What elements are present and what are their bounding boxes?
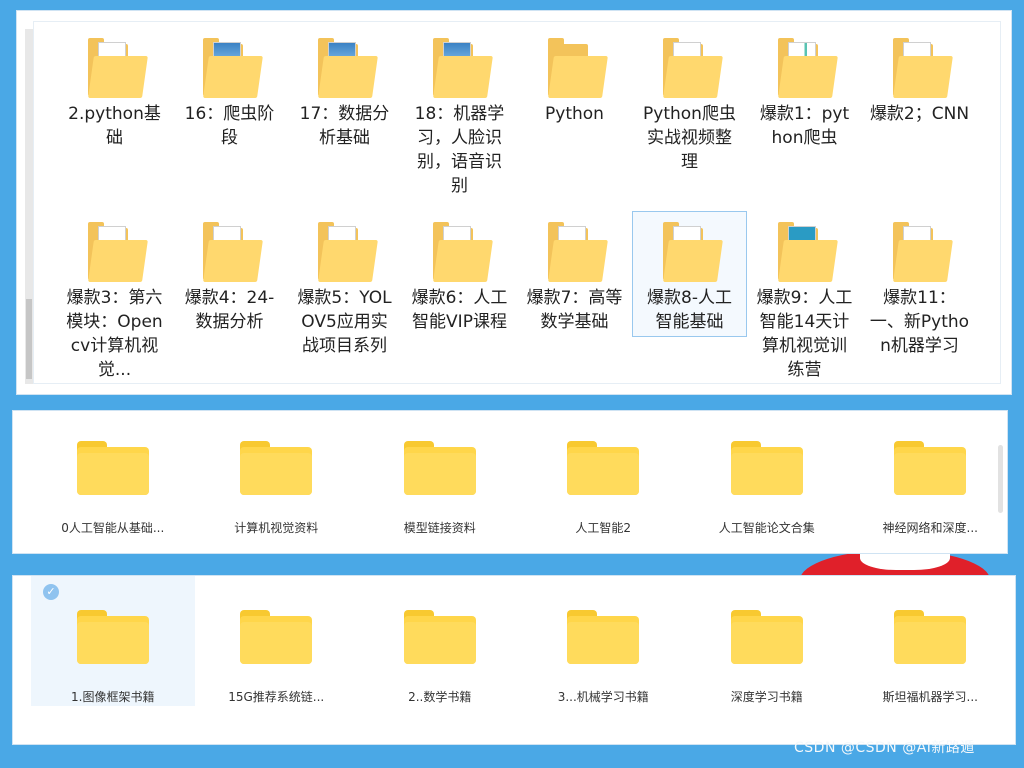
- folder-label: Python爬虫实战视频整理: [643, 104, 736, 172]
- folder-icon: [894, 441, 967, 495]
- explorer-folder-item[interactable]: Python: [517, 27, 632, 205]
- folder-icon: [432, 220, 493, 282]
- cloud-folder-grid-2: ✓ 1.图像框架书籍 15G推荐系统链... 2..数学书籍 3...机械学习书籍 深度学…: [31, 576, 1012, 706]
- explorer-folder-item[interactable]: 爆款9：人工智能14天计算机视觉训练营: [747, 211, 862, 389]
- cloud-folder-item[interactable]: 斯坦福机器学习...: [849, 576, 1013, 706]
- explorer-window: 2.python基础 16：爬虫阶段 17：数据分析基础 18：机器学习，人脸识别，语…: [16, 10, 1012, 395]
- cloud-folder-item[interactable]: 深度学习书籍: [685, 576, 849, 706]
- folder-label: 爆款2；CNN: [869, 104, 970, 124]
- folder-icon: [403, 610, 476, 664]
- cloud-folder-item[interactable]: 人工智能2: [522, 411, 686, 551]
- cloud-drive-panel-1: 0人工智能从基础... 计算机视觉资料 模型链接资料 人工智能2 人工智能论文合集 神经网…: [12, 410, 1008, 554]
- explorer-folder-item[interactable]: 2.python基础: [57, 27, 172, 205]
- folder-icon: [547, 220, 608, 282]
- folder-icon: [777, 220, 838, 282]
- cloud-folder-item[interactable]: 计算机视觉资料: [195, 411, 359, 551]
- folder-label: 2.python基础: [68, 104, 161, 148]
- explorer-folder-item[interactable]: 爆款1：python爬虫: [747, 27, 862, 205]
- folder-icon: [87, 220, 148, 282]
- explorer-folder-item[interactable]: 爆款6：人工智能VIP课程: [402, 211, 517, 389]
- explorer-folder-item[interactable]: 爆款11：一、新Python机器学习: [862, 211, 977, 389]
- cloud-folder-grid-1: 0人工智能从基础... 计算机视觉资料 模型链接资料 人工智能2 人工智能论文合集 神经网…: [31, 411, 1012, 551]
- cloud-folder-item[interactable]: 2..数学书籍: [358, 576, 522, 706]
- folder-icon: [892, 36, 953, 98]
- folder-icon: [730, 610, 803, 664]
- cloud-drive-panel-2: ✓ 1.图像框架书籍 15G推荐系统链... 2..数学书籍 3...机械学习书籍 深度学…: [12, 575, 1016, 745]
- folder-icon: [432, 36, 493, 98]
- folder-icon: [567, 610, 640, 664]
- folder-label: 0人工智能从基础...: [61, 521, 165, 535]
- cloud-folder-item[interactable]: 人工智能论文合集: [685, 411, 849, 551]
- folder-label: 爆款8-人工智能基础: [647, 288, 732, 332]
- folder-label: 爆款6：人工智能VIP课程: [411, 288, 508, 332]
- folder-label: 神经网络和深度...: [882, 521, 978, 535]
- explorer-folder-item[interactable]: 爆款7：高等数学基础: [517, 211, 632, 389]
- explorer-folder-item[interactable]: 16：爬虫阶段: [172, 27, 287, 205]
- folder-icon: [317, 36, 378, 98]
- folder-label: 爆款4：24-数据分析: [184, 288, 275, 332]
- cloud-scrollbar[interactable]: [998, 445, 1003, 513]
- folder-label: 深度学习书籍: [730, 690, 803, 704]
- folder-label: 1.图像框架书籍: [71, 690, 155, 704]
- folder-label: 人工智能2: [575, 521, 632, 535]
- folder-icon: [240, 441, 313, 495]
- folder-label: 2..数学书籍: [408, 690, 472, 704]
- explorer-folder-item[interactable]: 17：数据分析基础: [287, 27, 402, 205]
- folder-icon: [730, 441, 803, 495]
- cloud-folder-item[interactable]: 0人工智能从基础...: [31, 411, 195, 551]
- explorer-scrollbar[interactable]: [25, 29, 33, 384]
- cloud-folder-item[interactable]: 3...机械学习书籍: [522, 576, 686, 706]
- folder-icon: [76, 441, 149, 495]
- folder-icon: [240, 610, 313, 664]
- folder-label: 3...机械学习书籍: [557, 690, 649, 704]
- folder-icon: [317, 220, 378, 282]
- folder-label: 爆款11：一、新Python机器学习: [869, 288, 970, 356]
- folder-icon: [777, 36, 838, 98]
- explorer-folder-item[interactable]: 爆款4：24-数据分析: [172, 211, 287, 389]
- cloud-folder-item[interactable]: 模型链接资料: [358, 411, 522, 551]
- folder-label: 人工智能论文合集: [718, 521, 815, 535]
- folder-icon: [894, 610, 967, 664]
- folder-label: 17：数据分析基础: [299, 104, 390, 148]
- explorer-folder-item[interactable]: 爆款3：第六模块：Opencv计算机视觉...: [57, 211, 172, 389]
- folder-label: 爆款1：python爬虫: [759, 104, 850, 148]
- watermark: CSDN @CSDN @AI新路遁: [794, 740, 975, 756]
- folder-icon: [662, 36, 723, 98]
- explorer-folder-item[interactable]: 爆款8-人工智能基础: [632, 211, 747, 337]
- folder-label: 计算机视觉资料: [234, 521, 319, 535]
- folder-label: 模型链接资料: [403, 521, 476, 535]
- cloud-folder-item[interactable]: 神经网络和深度...: [849, 411, 1013, 551]
- folder-label: 爆款7：高等数学基础: [526, 288, 623, 332]
- folder-label: 18：机器学习，人脸识别，语音识别: [414, 104, 505, 196]
- explorer-folder-item[interactable]: 爆款5：YOLOV5应用实战项目系列: [287, 211, 402, 389]
- folder-icon: [202, 36, 263, 98]
- folder-icon: [202, 220, 263, 282]
- folder-icon: [76, 610, 149, 664]
- folder-icon: [87, 36, 148, 98]
- folder-label: 15G推荐系统链...: [228, 690, 325, 704]
- explorer-folder-item[interactable]: 18：机器学习，人脸识别，语音识别: [402, 27, 517, 205]
- folder-icon: [892, 220, 953, 282]
- cloud-folder-item[interactable]: ✓ 1.图像框架书籍: [31, 576, 195, 706]
- folder-icon: [547, 36, 608, 98]
- folder-icon: [403, 441, 476, 495]
- folder-icon: [662, 220, 723, 282]
- folder-label: 爆款5：YOLOV5应用实战项目系列: [297, 288, 392, 356]
- cloud-folder-item[interactable]: 15G推荐系统链...: [195, 576, 359, 706]
- folder-icon: [567, 441, 640, 495]
- explorer-folder-item[interactable]: 爆款2；CNN: [862, 27, 977, 205]
- folder-label: 斯坦福机器学习...: [882, 690, 978, 704]
- folder-label: Python: [545, 104, 604, 124]
- explorer-folder-grid: 2.python基础 16：爬虫阶段 17：数据分析基础 18：机器学习，人脸识别，语…: [57, 27, 997, 389]
- folder-label: 16：爬虫阶段: [184, 104, 275, 148]
- scrollbar-thumb[interactable]: [26, 299, 32, 379]
- folder-label: 爆款3：第六模块：Opencv计算机视觉...: [66, 288, 163, 380]
- folder-label: 爆款9：人工智能14天计算机视觉训练营: [756, 288, 853, 380]
- explorer-folder-item[interactable]: Python爬虫实战视频整理: [632, 27, 747, 205]
- check-icon[interactable]: ✓: [43, 584, 59, 600]
